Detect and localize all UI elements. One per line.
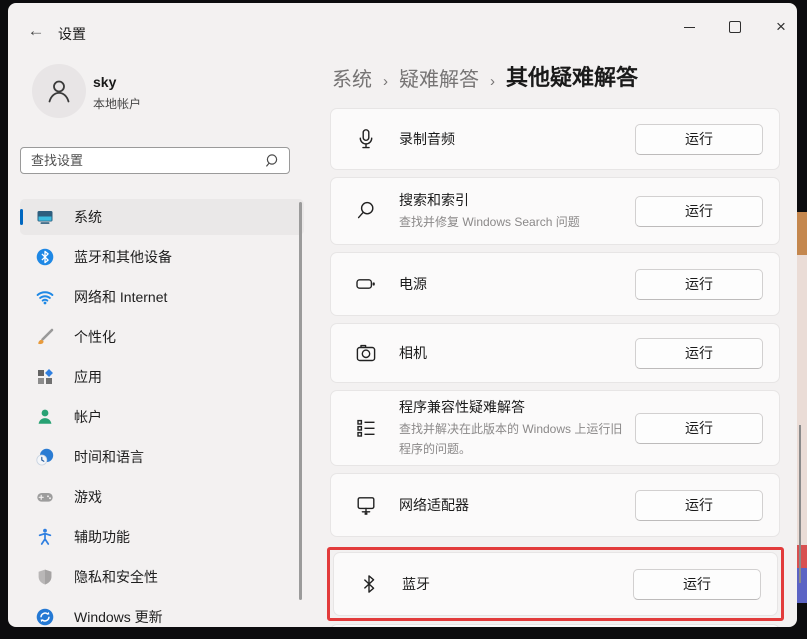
accessibility-icon bbox=[35, 527, 55, 547]
breadcrumb: 系统 › 疑难解答 › 其他疑难解答 bbox=[332, 60, 788, 92]
item-subtitle: 查找并解决在此版本的 Windows 上运行旧程序的问题。 bbox=[399, 420, 629, 458]
sidebar-item-label: 个性化 bbox=[74, 327, 116, 347]
sidebar-item-privacy[interactable]: 隐私和安全性 bbox=[20, 559, 304, 595]
settings-search[interactable] bbox=[20, 147, 290, 174]
breadcrumb-system[interactable]: 系统 bbox=[332, 63, 372, 92]
edge-scrollbar[interactable] bbox=[799, 425, 801, 583]
search-index-icon bbox=[354, 199, 378, 223]
chevron-right-icon: › bbox=[490, 73, 495, 92]
run-button[interactable]: 运行 bbox=[635, 269, 763, 300]
bluetooth-devices-icon bbox=[35, 247, 55, 267]
system-icon bbox=[35, 207, 55, 227]
personalization-icon bbox=[35, 327, 55, 347]
list-item-program-compatibility: 程序兼容性疑难解答 查找并解决在此版本的 Windows 上运行旧程序的问题。 … bbox=[330, 390, 780, 466]
sidebar-item-accounts[interactable]: 帐户 bbox=[20, 399, 304, 435]
search-icon bbox=[265, 153, 280, 168]
close-icon: × bbox=[776, 17, 786, 37]
windows-update-icon bbox=[35, 607, 55, 627]
chevron-right-icon: › bbox=[383, 73, 388, 92]
run-button[interactable]: 运行 bbox=[635, 196, 763, 227]
camera-icon bbox=[354, 341, 378, 365]
sidebar-item-label: Windows 更新 bbox=[74, 607, 163, 627]
list-item-camera: 相机 运行 bbox=[330, 323, 780, 383]
sidebar-item-system[interactable]: 系统 bbox=[20, 199, 304, 235]
list-item-network-adapter: 网络适配器 运行 bbox=[330, 473, 780, 537]
run-button[interactable]: 运行 bbox=[635, 490, 763, 521]
battery-icon bbox=[354, 272, 378, 296]
bluetooth-icon bbox=[357, 572, 381, 596]
run-button[interactable]: 运行 bbox=[635, 338, 763, 369]
sidebar-item-network[interactable]: 网络和 Internet bbox=[20, 279, 304, 315]
microphone-icon bbox=[354, 127, 378, 151]
item-title: 相机 bbox=[399, 343, 629, 363]
user-name: sky bbox=[93, 74, 116, 90]
sidebar-item-label: 蓝牙和其他设备 bbox=[74, 247, 172, 267]
sidebar-item-apps[interactable]: 应用 bbox=[20, 359, 304, 395]
item-title: 程序兼容性疑难解答 bbox=[399, 397, 629, 417]
desktop-edge bbox=[797, 0, 807, 639]
compatibility-list-icon bbox=[354, 416, 378, 440]
run-button[interactable]: 运行 bbox=[635, 413, 763, 444]
sidebar-item-accessibility[interactable]: 辅助功能 bbox=[20, 519, 304, 555]
item-title: 录制音频 bbox=[399, 129, 629, 149]
sidebar-item-label: 帐户 bbox=[74, 407, 102, 427]
maximize-icon bbox=[729, 21, 741, 33]
sidebar-item-windows-update[interactable]: Windows 更新 bbox=[20, 599, 304, 627]
accounts-icon bbox=[35, 407, 55, 427]
gaming-icon bbox=[35, 487, 55, 507]
time-language-icon bbox=[35, 447, 55, 467]
back-button[interactable]: ← bbox=[20, 17, 52, 45]
run-button[interactable]: 运行 bbox=[633, 569, 761, 600]
item-subtitle: 查找并修复 Windows Search 问题 bbox=[399, 213, 629, 232]
sidebar-item-bluetooth-devices[interactable]: 蓝牙和其他设备 bbox=[20, 239, 304, 275]
highlight-box: 蓝牙 运行 bbox=[327, 547, 784, 621]
search-input[interactable] bbox=[21, 153, 265, 168]
wallpaper-segment bbox=[797, 212, 807, 255]
sidebar-item-label: 辅助功能 bbox=[74, 527, 130, 547]
maximize-button[interactable] bbox=[718, 13, 752, 41]
list-item-bluetooth: 蓝牙 运行 bbox=[333, 552, 778, 616]
settings-window: ← 设置 × sky 本地帐户 bbox=[8, 3, 797, 627]
close-button[interactable]: × bbox=[764, 13, 797, 41]
sidebar-item-label: 网络和 Internet bbox=[74, 287, 167, 307]
app-title: 设置 bbox=[58, 24, 86, 44]
breadcrumb-troubleshoot[interactable]: 疑难解答 bbox=[399, 63, 479, 92]
sidebar-item-label: 时间和语言 bbox=[74, 447, 144, 467]
list-item-recording-audio: 录制音频 运行 bbox=[330, 108, 780, 170]
sidebar-item-label: 隐私和安全性 bbox=[74, 567, 158, 587]
sidebar-item-personalization[interactable]: 个性化 bbox=[20, 319, 304, 355]
avatar[interactable] bbox=[32, 64, 86, 118]
page-title: 其他疑难解答 bbox=[506, 60, 638, 92]
back-arrow-icon: ← bbox=[28, 21, 45, 41]
sidebar-nav: 系统 蓝牙和其他设备 网络和 Internet bbox=[20, 199, 304, 627]
next-card-partial bbox=[330, 624, 780, 627]
network-adapter-icon bbox=[354, 493, 378, 517]
user-account-type: 本地帐户 bbox=[93, 95, 141, 112]
sidebar-item-time-language[interactable]: 时间和语言 bbox=[20, 439, 304, 475]
run-button[interactable]: 运行 bbox=[635, 124, 763, 155]
selected-indicator bbox=[20, 209, 23, 225]
privacy-icon bbox=[35, 567, 55, 587]
item-title: 网络适配器 bbox=[399, 495, 629, 515]
sidebar-scrollbar[interactable] bbox=[299, 202, 302, 600]
main-content: 系统 › 疑难解答 › 其他疑难解答 录制音频 bbox=[330, 60, 788, 627]
sidebar-item-label: 游戏 bbox=[74, 487, 102, 507]
list-item-search-indexing: 搜索和索引 查找并修复 Windows Search 问题 运行 bbox=[330, 177, 780, 245]
sidebar-item-label: 应用 bbox=[74, 367, 102, 387]
item-title: 蓝牙 bbox=[402, 574, 627, 594]
person-icon bbox=[42, 74, 76, 108]
apps-icon bbox=[35, 367, 55, 387]
item-title: 搜索和索引 bbox=[399, 190, 629, 210]
network-icon bbox=[35, 287, 55, 307]
sidebar-item-gaming[interactable]: 游戏 bbox=[20, 479, 304, 515]
minimize-icon bbox=[684, 27, 695, 28]
minimize-button[interactable] bbox=[672, 13, 706, 41]
sidebar-item-label: 系统 bbox=[74, 207, 102, 227]
item-title: 电源 bbox=[399, 274, 629, 294]
list-item-power: 电源 运行 bbox=[330, 252, 780, 316]
troubleshooter-list: 录制音频 运行 搜索和索引 查找并修复 Windows Search 问题 运行 bbox=[330, 108, 780, 627]
